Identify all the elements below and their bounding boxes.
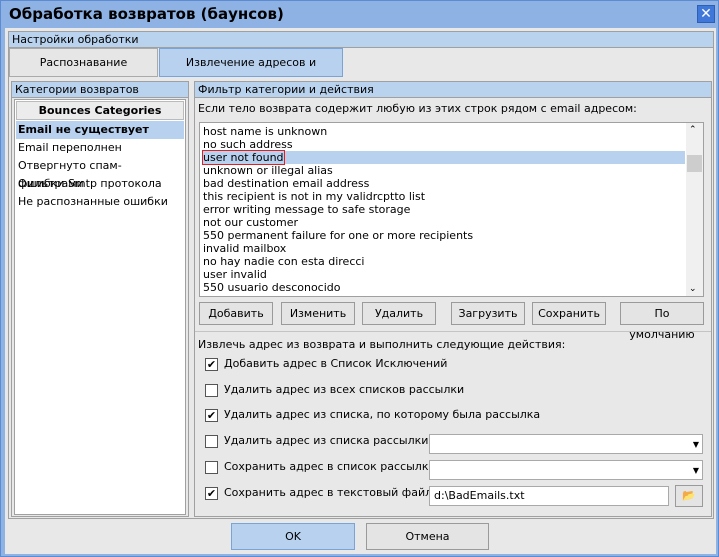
list-scrollbar[interactable]: ⌃ ⌄ (686, 123, 703, 296)
action-checkbox[interactable] (205, 435, 218, 448)
string-item[interactable]: user not found (202, 150, 685, 165)
string-item[interactable]: no such address (202, 138, 685, 151)
text-file-input[interactable]: d:\BadEmails.txt (429, 486, 669, 506)
add-button[interactable]: Добавить (199, 302, 273, 325)
action-checkbox[interactable]: ✔ (205, 409, 218, 422)
string-item[interactable]: 550 usuario desconocido (202, 281, 685, 294)
load-button[interactable]: Загрузить (451, 302, 525, 325)
action-label[interactable]: Добавить адрес в Список Исключений (224, 357, 447, 370)
string-text: invalid mailbox (203, 242, 287, 255)
string-text: host name is unknown (203, 125, 328, 138)
string-text: this recipient is not in my validrcptto … (203, 190, 426, 203)
string-item[interactable]: not our customer (202, 216, 685, 229)
string-text: unknown or illegal alias (203, 164, 333, 177)
default-button[interactable]: По умолчанию (620, 302, 704, 341)
string-text: no hay nadie con esta direcci (203, 255, 365, 268)
string-text: not our customer (203, 216, 299, 229)
save-list-combo[interactable]: ▼ (429, 460, 703, 480)
categories-list[interactable]: Bounces Categories Email не существует E… (14, 99, 186, 515)
action-checkbox[interactable]: ✔ (205, 358, 218, 371)
string-item[interactable]: 550 permanent failure for one or more re… (202, 229, 685, 242)
string-item[interactable]: error writing message to safe storage (202, 203, 685, 216)
action-checkbox[interactable]: ✔ (205, 487, 218, 500)
filter-prompt: Если тело возврата содержит любую из эти… (198, 102, 637, 115)
action-checkbox[interactable] (205, 384, 218, 397)
action-label[interactable]: Сохранить адрес в список рассылки: (224, 460, 439, 473)
filter-title: Фильтр категории и действия (195, 82, 711, 98)
string-text: user invalid (203, 268, 267, 281)
cancel-button[interactable]: Отмена (366, 523, 489, 550)
delete-button[interactable]: Удалить (362, 302, 436, 325)
chevron-down-icon: ▼ (692, 440, 699, 449)
action-checkbox[interactable] (205, 461, 218, 474)
categories-header: Bounces Categories (16, 101, 184, 120)
divider (195, 331, 711, 332)
string-item[interactable]: this recipient is not in my validrcptto … (202, 190, 685, 203)
dialog-body: Настройки обработки Распознавание возвра… (5, 28, 716, 554)
edit-button[interactable]: Изменить (281, 302, 355, 325)
action-label[interactable]: Удалить адрес из списка, по которому был… (224, 408, 540, 421)
string-item[interactable]: unknown or illegal alias (202, 164, 685, 177)
action-label[interactable]: Удалить адрес из списка рассылки: (224, 434, 432, 447)
close-icon[interactable]: ✕ (697, 5, 715, 23)
string-text: error writing message to safe storage (203, 203, 411, 216)
tab-extraction[interactable]: Извлечение адресов и действия (159, 48, 343, 96)
categories-title: Категории возвратов (12, 82, 188, 98)
string-item[interactable]: bad destination email address (202, 177, 685, 190)
folder-icon[interactable]: 📂 (675, 485, 703, 507)
scroll-up-icon[interactable]: ⌃ (689, 125, 697, 135)
string-text: 550 permanent failure for one or more re… (203, 229, 474, 242)
string-item[interactable]: no hay nadie con esta direcci (202, 255, 685, 268)
save-button[interactable]: Сохранить (532, 302, 606, 325)
action-label[interactable]: Сохранить адрес в текстовый файл: (224, 486, 436, 499)
category-item[interactable]: Email не существует (16, 121, 184, 139)
string-text: 550 usuario desconocido (203, 281, 341, 294)
actions-prompt: Извлечь адрес из возврата и выполнить сл… (198, 338, 566, 351)
categories-panel: Категории возвратов Bounces Categories E… (11, 81, 189, 517)
settings-group: Настройки обработки Распознавание возвра… (8, 31, 714, 519)
scroll-down-icon[interactable]: ⌄ (689, 284, 697, 294)
remove-list-combo[interactable]: ▼ (429, 434, 703, 454)
settings-group-title: Настройки обработки (9, 32, 713, 48)
string-item[interactable]: user invalid (202, 268, 685, 281)
dialog-window: Обработка возвратов (баунсов) ✕ Настройк… (0, 0, 719, 557)
filter-panel: Фильтр категории и действия Если тело во… (194, 81, 712, 517)
tab-recognition[interactable]: Распознавание возвратов (9, 48, 158, 96)
category-item[interactable]: Email переполнен (16, 139, 184, 157)
ok-button[interactable]: OK (231, 523, 355, 550)
category-item[interactable]: Ошибки Smtp протокола (16, 175, 184, 193)
string-item[interactable]: host name is unknown (202, 125, 685, 138)
category-item[interactable]: Отвергнуто спам-фильтрами (16, 157, 184, 190)
string-text: user not found (202, 150, 285, 165)
string-item[interactable]: invalid mailbox (202, 242, 685, 255)
chevron-down-icon: ▼ (692, 466, 699, 475)
window-title: Обработка возвратов (баунсов) (9, 5, 284, 23)
string-text: bad destination email address (203, 177, 370, 190)
string-text: no such address (203, 138, 293, 151)
category-item[interactable]: Не распознанные ошибки (16, 193, 184, 211)
strings-list[interactable]: host name is unknown no such address user … (199, 122, 704, 297)
scroll-thumb[interactable] (687, 155, 702, 172)
action-label[interactable]: Удалить адрес из всех списков рассылки (224, 383, 464, 396)
